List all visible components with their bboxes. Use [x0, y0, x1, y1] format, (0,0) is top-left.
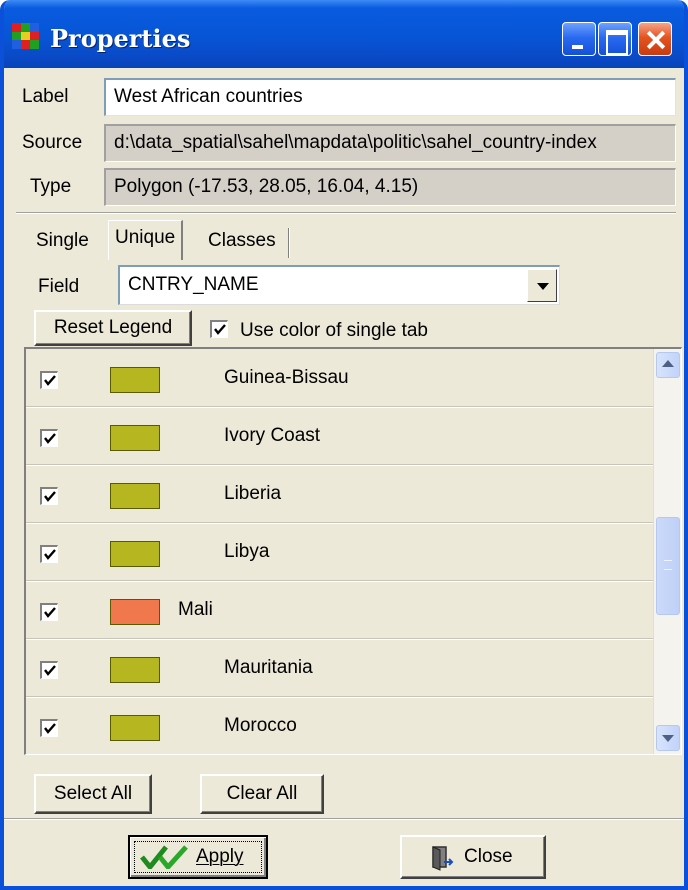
- use-single-color-label: Use color of single tab: [240, 320, 428, 341]
- color-swatch[interactable]: [110, 425, 160, 451]
- checkmark-icon: [44, 491, 56, 502]
- color-swatch[interactable]: [110, 599, 160, 625]
- row-label: Ivory Coast: [224, 425, 321, 446]
- row-checkbox[interactable]: [40, 487, 58, 505]
- tab-classes[interactable]: Classes: [202, 224, 282, 258]
- tab-divider: [288, 228, 290, 258]
- row-label: Morocco: [224, 715, 297, 736]
- field-select[interactable]: CNTRY_NAME: [118, 265, 560, 305]
- list-item[interactable]: Mauritania: [26, 639, 654, 697]
- color-swatch[interactable]: [110, 541, 160, 567]
- close-icon[interactable]: [638, 22, 672, 56]
- clear-all-button[interactable]: Clear All: [200, 774, 324, 814]
- row-checkbox[interactable]: [40, 429, 58, 447]
- row-label: Libya: [224, 541, 270, 562]
- list-item[interactable]: Libya: [26, 523, 654, 581]
- row-checkbox[interactable]: [40, 661, 58, 679]
- tab-single[interactable]: Single: [30, 224, 95, 258]
- row-label: Mauritania: [224, 657, 313, 678]
- use-single-color-checkbox[interactable]: [210, 320, 228, 338]
- list-item[interactable]: Morocco: [26, 697, 654, 754]
- source-caption: Source: [22, 132, 83, 153]
- scroll-thumb[interactable]: [656, 517, 680, 615]
- vertical-scrollbar[interactable]: [653, 349, 681, 754]
- checkmark-icon: [44, 433, 56, 444]
- field-select-value: CNTRY_NAME: [128, 274, 259, 295]
- row-label: Guinea-Bissau: [224, 367, 349, 388]
- scroll-up-icon[interactable]: [656, 352, 680, 378]
- select-all-button[interactable]: Select All: [34, 774, 152, 814]
- chevron-down-icon[interactable]: [527, 269, 557, 302]
- window-title: Properties: [50, 24, 191, 53]
- row-checkbox[interactable]: [40, 603, 58, 621]
- properties-window: Properties Label West African countries …: [0, 0, 688, 890]
- tab-unique[interactable]: Unique: [108, 220, 184, 260]
- row-checkbox[interactable]: [40, 719, 58, 737]
- color-swatch[interactable]: [110, 715, 160, 741]
- row-label: Liberia: [224, 483, 282, 504]
- label-input[interactable]: West African countries: [104, 78, 676, 116]
- field-caption: Field: [38, 276, 80, 297]
- list-item[interactable]: Ivory Coast: [26, 407, 654, 465]
- list-item[interactable]: Liberia: [26, 465, 654, 523]
- checkmark-icon: [44, 723, 56, 734]
- focus-ring: [134, 841, 262, 873]
- checkmark-icon: [214, 324, 226, 335]
- minimize-icon[interactable]: [562, 22, 596, 56]
- label-caption: Label: [22, 86, 69, 107]
- type-caption: Type: [30, 176, 72, 197]
- unique-values-list[interactable]: Guinea-Bissau Ivory Coast Liberia Libya Mali…: [24, 347, 682, 755]
- list-item[interactable]: Guinea-Bissau: [26, 349, 654, 407]
- checkmark-icon: [44, 607, 56, 618]
- scroll-down-icon[interactable]: [656, 725, 680, 751]
- exit-door-icon: [432, 846, 454, 871]
- apply-button[interactable]: Apply: [128, 835, 268, 879]
- row-checkbox[interactable]: [40, 371, 58, 389]
- color-swatch[interactable]: [110, 483, 160, 509]
- color-swatch[interactable]: [110, 657, 160, 683]
- checkmark-icon: [44, 549, 56, 560]
- section-divider: [16, 212, 676, 214]
- close-button[interactable]: Close: [400, 835, 546, 879]
- close-label: Close: [464, 846, 513, 867]
- color-swatch[interactable]: [110, 367, 160, 393]
- checkmark-icon: [44, 665, 56, 676]
- title-bar[interactable]: Properties: [4, 0, 684, 68]
- reset-legend-button[interactable]: Reset Legend: [34, 310, 192, 346]
- list-item[interactable]: Mali: [26, 581, 654, 639]
- maximize-icon[interactable]: [598, 22, 632, 56]
- checkmark-icon: [44, 375, 56, 386]
- row-checkbox[interactable]: [40, 545, 58, 563]
- type-field: Polygon (-17.53, 28.05, 16.04, 4.15): [104, 168, 676, 206]
- app-grid-icon: [12, 23, 40, 49]
- row-label: Mali: [178, 599, 213, 620]
- dialog-button-bar: Apply Close: [4, 818, 684, 886]
- source-field: d:\data_spatial\sahel\mapdata\politic\sa…: [104, 124, 676, 162]
